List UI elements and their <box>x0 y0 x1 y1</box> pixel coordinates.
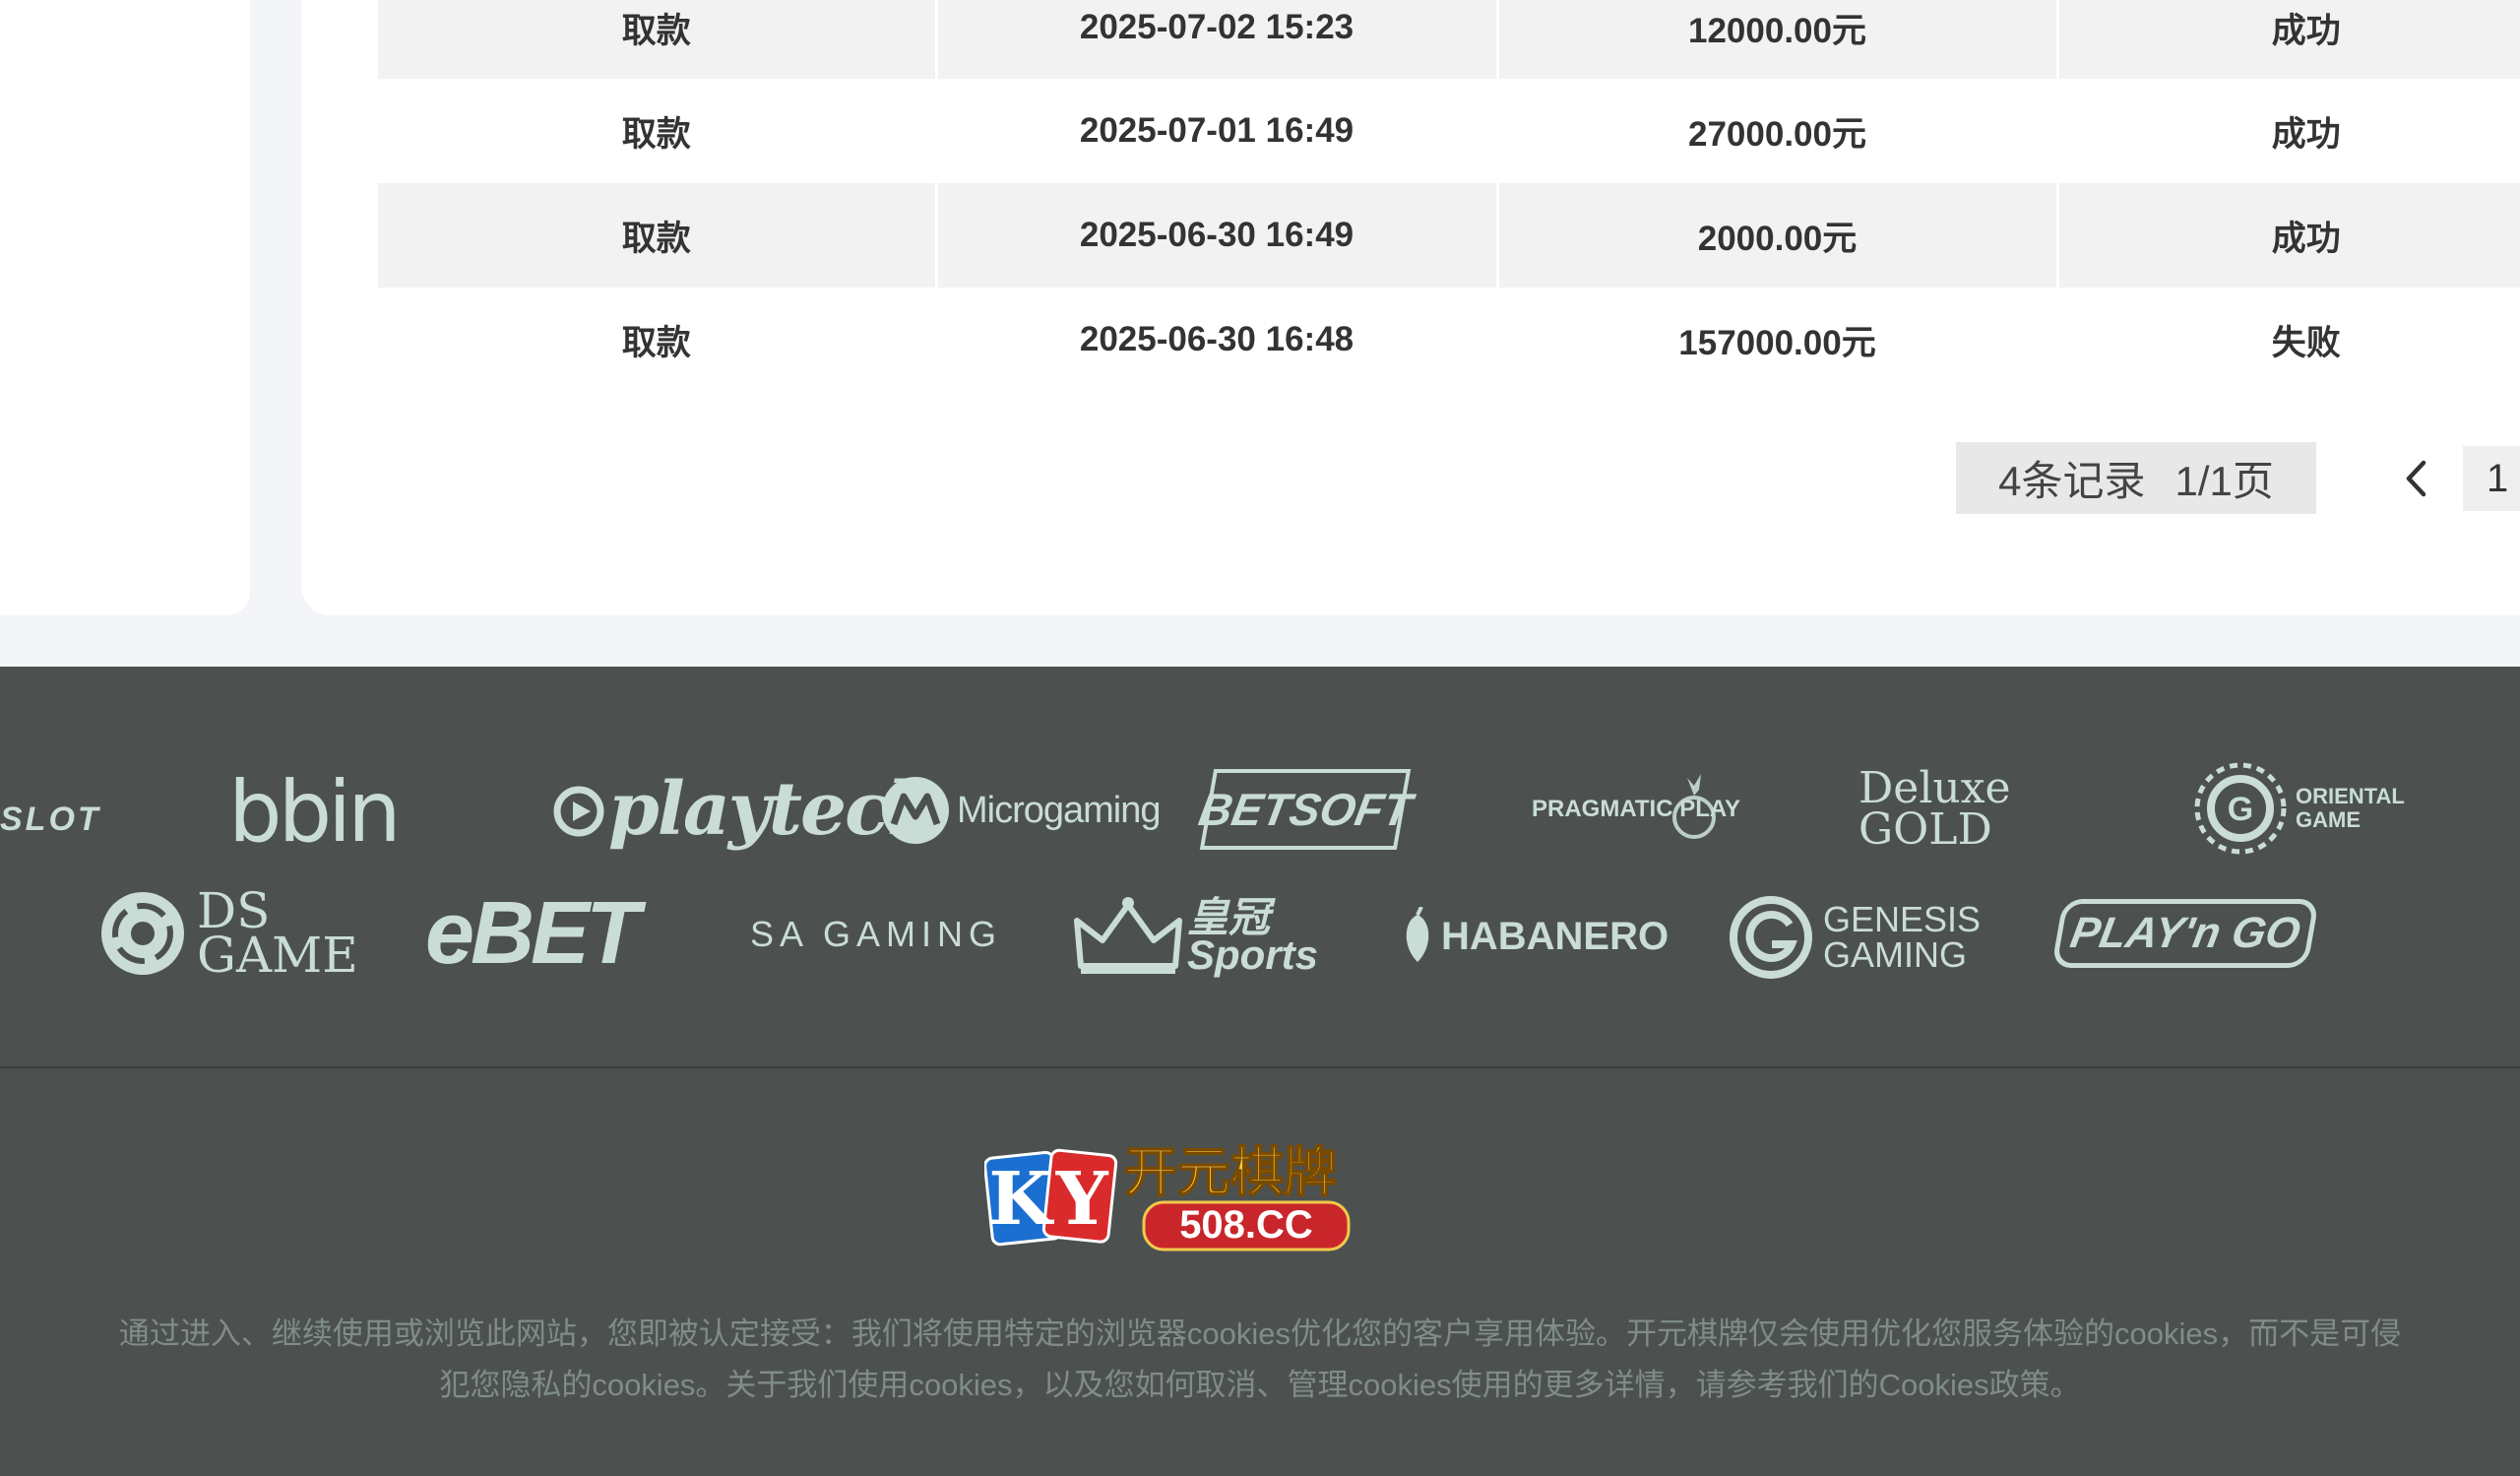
record-time: 2025-06-30 16:49 <box>934 183 1497 288</box>
record-amount: 2000.00元 <box>1495 183 2057 288</box>
partner-logo-deluxe-gold: Deluxe GOLD <box>1858 763 2011 855</box>
partner-logo-ebet: eBET <box>425 884 640 983</box>
brand-logo: KY 开元棋牌 508.CC <box>983 1137 1351 1255</box>
record-type: 取款 <box>378 183 936 288</box>
svg-text:G: G <box>2228 791 2253 828</box>
site-footer: SLOT bbin playtech Microgaming BETSOFT P… <box>0 667 2520 1476</box>
brand-letters: KY <box>988 1157 1113 1242</box>
sidebar-panel <box>0 0 250 615</box>
pagination-page-of: 1/1页 <box>2174 458 2274 504</box>
partner-logo-bbin: bbin <box>228 763 402 862</box>
pragmatic-fruit-icon <box>1672 774 1717 839</box>
record-status: 成功 <box>2055 79 2520 183</box>
partner-logo-betsoft: BETSOFT <box>1195 769 1416 850</box>
oriental-game-sun-icon: G <box>2194 762 2287 855</box>
record-type: 取款 <box>621 114 691 154</box>
partner-logo-play-n-go: PLAY'n GO <box>2050 899 2320 968</box>
brand-name: 开元棋牌 <box>1124 1141 1337 1203</box>
partner-logo-genesis-gaming: GENESIS GAMING <box>1729 895 1981 980</box>
pagination-page-1[interactable]: 1 <box>2463 446 2520 511</box>
partner-logo-sa-gaming: SA GAMING <box>750 914 1003 954</box>
habanero-pepper-icon <box>1406 907 1429 962</box>
brand-domain: 508.CC <box>1179 1203 1313 1247</box>
table-row: 取款 2025-07-02 15:23 12000.00元 成功 <box>378 0 2520 79</box>
record-type: 取款 <box>621 323 691 362</box>
partner-logo-pragmatic-play: PRAGMATIC PLAY <box>1532 765 1740 854</box>
transaction-records-table: 取款 2025-07-02 15:23 12000.00元 成功 取款 2025… <box>378 0 2520 392</box>
record-time: 2025-07-02 15:23 <box>934 0 1497 79</box>
crown-icon <box>1074 897 1182 974</box>
partner-logo-microgaming: Microgaming <box>880 775 1162 846</box>
record-amount: 27000.00元 <box>1495 79 2057 183</box>
record-amount: 157000.00元 <box>1495 288 2057 392</box>
record-status: 失败 <box>2055 288 2520 392</box>
footer-divider <box>0 1066 2520 1068</box>
table-row: 取款 2025-07-01 16:49 27000.00元 成功 <box>378 79 2520 183</box>
record-status: 成功 <box>2055 0 2520 79</box>
microgaming-mark-icon <box>882 777 949 844</box>
chevron-left-icon <box>2406 460 2426 497</box>
ds-game-swirl-icon <box>101 892 184 975</box>
partner-logo-ds-game: DS GAME <box>98 886 358 980</box>
pagination-prev-button[interactable] <box>2398 452 2433 505</box>
partner-logo-huangguan-sports: 皇冠 Sports <box>1073 891 1318 982</box>
playtech-mark-icon <box>553 786 604 837</box>
partner-logo-oriental-game: G ORIENTAL GAME <box>2189 757 2404 860</box>
genesis-g-icon <box>1730 896 1812 979</box>
table-row: 取款 2025-06-30 16:48 157000.00元 失败 <box>378 288 2520 392</box>
record-type: 取款 <box>378 0 936 79</box>
record-time: 2025-06-30 16:48 <box>934 288 1497 392</box>
partner-logo-slot: SLOT <box>0 801 101 838</box>
partner-logo-habanero: HABANERO <box>1398 905 1669 968</box>
cookies-notice: 通过进入、继续使用或浏览此网站，您即被认定接受：我们将使用特定的浏览器cooki… <box>118 1316 2402 1402</box>
pagination-info: 4条记录 1/1页 <box>1956 442 2316 514</box>
content-area: 取款 2025-07-02 15:23 12000.00元 成功 取款 2025… <box>0 0 2520 667</box>
record-status: 成功 <box>2055 183 2520 288</box>
table-row: 取款 2025-06-30 16:49 2000.00元 成功 <box>378 183 2520 288</box>
record-time: 2025-07-01 16:49 <box>934 79 1497 183</box>
record-amount: 12000.00元 <box>1495 0 2057 79</box>
pagination-total: 4条记录 <box>1998 458 2146 504</box>
